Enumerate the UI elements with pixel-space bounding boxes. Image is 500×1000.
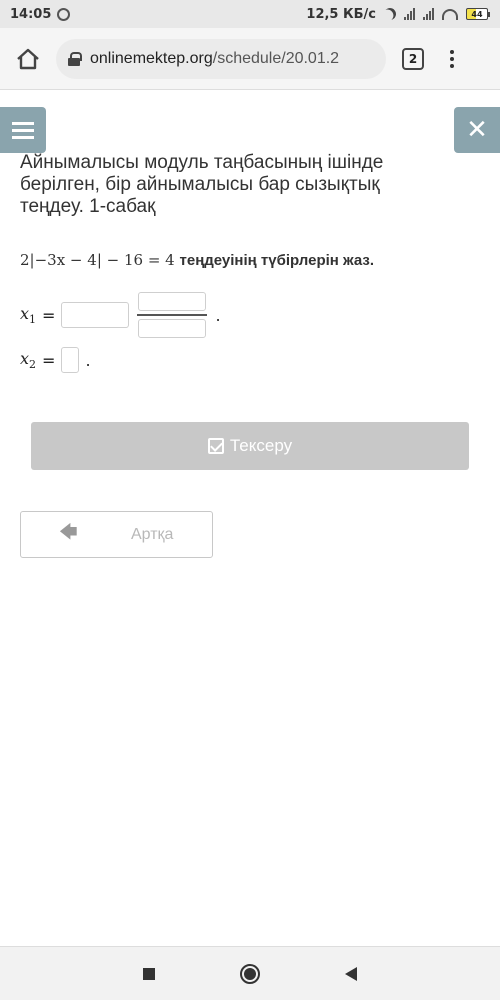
home-nav-icon[interactable] [239,963,260,984]
x1-numerator-input[interactable] [138,292,207,311]
x1-answer-row: x1 = . [20,292,221,338]
fraction-line [137,314,208,316]
more-vert-icon[interactable] [446,49,458,68]
back-button[interactable]: 🡄 Артқа [20,511,213,558]
whatsapp-icon [57,7,71,21]
task-equation: 2|−3x − 4| − 16 = 4 [20,251,175,269]
x2-input[interactable] [61,347,80,373]
x1-whole-input[interactable] [61,302,130,328]
signal-icon [404,8,415,20]
task-statement: 2|−3x − 4| − 16 = 4 теңдеуінің түбірлері… [20,251,374,269]
home-button[interactable] [10,41,46,77]
x2-answer-row: x2 = . [20,347,91,373]
hamburger-menu-button[interactable] [0,107,46,153]
status-time: 14:05 [10,6,52,22]
hamburger-icon [12,121,34,125]
close-button[interactable]: ✕ [454,107,500,153]
tab-switcher-button[interactable]: 2 [402,47,424,70]
moon-icon [382,6,398,22]
equals-sign: = [42,305,56,325]
checkbox-check-icon [207,438,224,454]
task-instruction: теңдеуінің түбірлерін жаз. [179,252,375,269]
x1-fraction [137,292,208,338]
x1-label: x1 [20,303,37,327]
wifi-icon [442,8,458,20]
browser-toolbar: onlinemektep.org/schedule/20.01.2 2 [0,28,500,90]
battery-icon: 44 [466,8,490,20]
period: . [215,305,221,325]
recents-icon[interactable] [142,967,155,980]
home-icon [17,48,39,69]
x1-denominator-input[interactable] [138,319,207,338]
lock-icon [68,51,82,66]
x2-label: x2 [20,348,37,372]
status-bar: 14:05 12,5 КБ/с 44 [0,0,500,28]
address-bar[interactable]: onlinemektep.org/schedule/20.01.2 [56,38,386,79]
system-nav-bar [0,946,500,1000]
page-title: Айнымалысы модуль таңбасының ішінде бері… [20,152,384,217]
back-button-label: Артқа [131,525,174,543]
equals-sign: = [42,350,56,370]
arrow-left-icon: 🡄 [59,521,78,542]
signal-icon-2 [423,8,434,20]
check-button[interactable]: Тексеру [31,422,469,470]
battery-level: 44 [466,8,488,20]
check-button-label: Тексеру [229,436,293,455]
url-text: onlinemektep.org/schedule/20.01.2 [90,49,340,67]
period: . [85,350,91,370]
close-icon: ✕ [466,115,488,145]
network-speed: 12,5 КБ/с [306,6,376,22]
back-nav-icon[interactable] [345,966,358,981]
